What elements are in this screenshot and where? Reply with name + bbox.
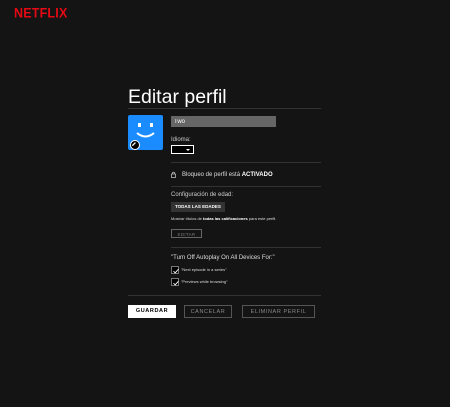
lock-icon [171,171,176,178]
autoplay-next-episode-option[interactable]: "Next episode in a series" [171,265,227,274]
next-episode-label: "Next episode in a series" [181,267,227,272]
maturity-desc-prefix: Mostrar títulos de [171,216,204,221]
cancel-button[interactable]: CANCELAR [184,305,232,318]
autoplay-title: "Turn Off Autoplay On All Devices For:" [171,255,275,261]
profile-name-input[interactable] [171,116,276,127]
previews-label: "Previews while browsing" [181,279,228,284]
lock-status-text: Bloqueo de perfil está [182,171,242,178]
maturity-label: Configuración de edad: [171,192,234,198]
edit-avatar-button[interactable] [130,140,140,150]
divider [171,186,321,187]
maturity-description: Mostrar títulos de todas las calificacio… [171,216,276,221]
language-label: Idioma: [171,137,191,143]
checkmark-icon [173,280,179,285]
caret-down-icon [186,149,190,151]
divider [171,247,321,248]
maturity-desc-bold: todas las calificaciones [203,216,248,221]
save-button[interactable]: GUARDAR [128,305,176,318]
divider [171,162,321,163]
language-select[interactable] [171,145,194,154]
maturity-rating-badge: TODAS LAS EDADES [171,202,225,212]
delete-profile-button[interactable]: ELIMINAR PERFIL [242,305,315,318]
profile-avatar[interactable] [128,115,163,150]
pencil-icon [132,142,136,146]
divider [128,295,321,296]
maturity-desc-suffix: para este perfil. [247,216,277,221]
profile-lock-status: Bloqueo de perfil está ACTIVADO [171,170,273,179]
next-episode-checkbox[interactable] [171,265,179,274]
checkmark-icon [173,268,179,273]
edit-maturity-button[interactable]: EDITAR [171,229,202,238]
page-title: Editar perfil [128,86,227,108]
autoplay-previews-option[interactable]: "Previews while browsing" [171,277,227,286]
previews-checkbox[interactable] [171,277,179,286]
netflix-logo[interactable]: NETFLIX [14,5,67,21]
divider [128,108,321,109]
lock-status-value: ACTIVADO [241,171,273,178]
top-bar: NETFLIX [0,0,450,26]
